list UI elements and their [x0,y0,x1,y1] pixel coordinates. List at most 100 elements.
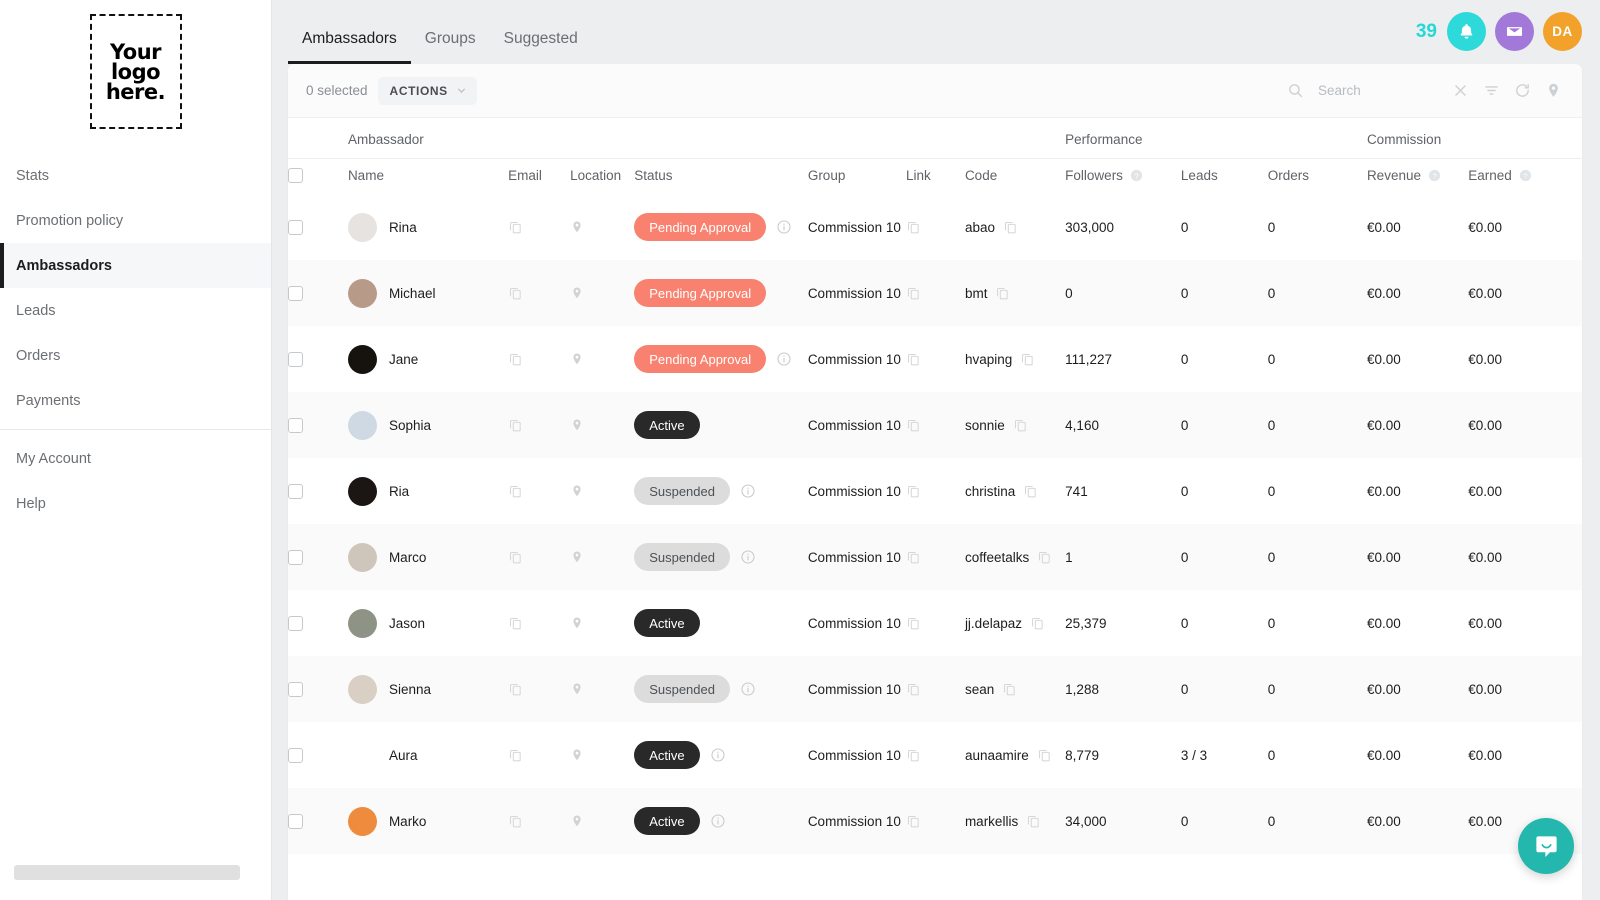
table-row[interactable]: Sienna Suspended Commission 10 sean 1,288 0 0 €… [288,656,1582,722]
copy-email-icon[interactable] [508,352,570,367]
table-row[interactable]: Marco Suspended Commission 10 coffeetalks 1 0… [288,524,1582,590]
copy-code-icon[interactable] [1026,814,1041,829]
map-pin-icon[interactable] [570,616,634,630]
row-checkbox[interactable] [288,813,303,829]
column-header-orders[interactable]: Orders [1267,158,1367,194]
copy-link-icon[interactable] [906,352,965,367]
sidebar-item-leads[interactable]: Leads [0,288,271,333]
messages-button[interactable] [1495,12,1534,51]
row-checkbox[interactable] [288,483,303,499]
search-icon[interactable] [1287,82,1304,99]
copy-link-icon[interactable] [906,682,965,697]
copy-code-icon[interactable] [1030,616,1045,631]
copy-link-icon[interactable] [906,616,965,631]
map-pin-icon[interactable] [570,682,634,696]
column-header-revenue[interactable]: Revenue? [1366,158,1469,194]
row-checkbox[interactable] [288,747,303,763]
copy-link-icon[interactable] [906,550,965,565]
table-row[interactable]: Marko Active Commission 10 markellis 34,000 0… [288,788,1582,854]
row-checkbox[interactable] [288,549,303,565]
chat-launcher-button[interactable] [1518,818,1574,874]
sidebar-item-help[interactable]: Help [0,481,271,526]
map-pin-icon[interactable] [1545,82,1562,99]
column-header-email[interactable]: Email [508,158,571,194]
status-info-icon[interactable] [740,549,756,565]
select-all-checkbox[interactable] [288,168,303,183]
copy-code-icon[interactable] [1013,418,1028,433]
column-header-location[interactable]: Location [570,158,635,194]
copy-email-icon[interactable] [508,484,570,499]
filter-icon[interactable] [1483,82,1500,99]
copy-email-icon[interactable] [508,682,570,697]
row-checkbox[interactable] [288,681,303,697]
user-avatar[interactable]: DA [1543,12,1582,51]
copy-link-icon[interactable] [906,814,965,829]
status-info-icon[interactable] [710,813,726,829]
map-pin-icon[interactable] [570,814,634,828]
row-checkbox[interactable] [288,219,303,235]
map-pin-icon[interactable] [570,550,634,564]
column-header-code[interactable]: Code [964,158,1066,194]
sidebar-item-payments[interactable]: Payments [0,378,271,423]
column-header-group[interactable]: Group [807,158,906,194]
map-pin-icon[interactable] [570,220,634,234]
status-info-icon[interactable] [740,483,756,499]
copy-email-icon[interactable] [508,550,570,565]
row-checkbox[interactable] [288,417,303,433]
column-header-earned[interactable]: Earned? [1468,158,1582,194]
row-checkbox[interactable] [288,285,303,301]
table-scroll-container[interactable]: Ambassador Performance Commission Name Em… [288,118,1582,900]
actions-button[interactable]: ACTIONS [377,76,477,105]
copy-link-icon[interactable] [906,418,965,433]
notifications-button[interactable] [1447,12,1486,51]
copy-link-icon[interactable] [906,748,965,763]
search-input[interactable] [1318,83,1438,98]
map-pin-icon[interactable] [570,418,634,432]
status-info-icon[interactable] [776,219,792,235]
copy-code-icon[interactable] [1037,748,1052,763]
table-row[interactable]: Ria Suspended Commission 10 christina 741 0 0 €… [288,458,1582,524]
help-icon[interactable]: ? [1518,168,1533,183]
copy-email-icon[interactable] [508,286,570,301]
sidebar-item-my-account[interactable]: My Account [0,436,271,481]
table-row[interactable]: Jason Active Commission 10 jj.delapaz 25,379… [288,590,1582,656]
copy-email-icon[interactable] [508,814,570,829]
help-icon[interactable]: ? [1129,168,1144,183]
table-row[interactable]: Rina Pending Approval Commission 10 abao 303… [288,194,1582,260]
refresh-icon[interactable] [1514,82,1531,99]
row-checkbox[interactable] [288,615,303,631]
help-icon[interactable]: ? [1427,168,1442,183]
copy-code-icon[interactable] [995,286,1010,301]
copy-email-icon[interactable] [508,220,570,235]
status-info-icon[interactable] [740,681,756,697]
sidebar-item-stats[interactable]: Stats [0,153,271,198]
copy-link-icon[interactable] [906,286,965,301]
tab-ambassadors[interactable]: Ambassadors [288,30,411,64]
tab-groups[interactable]: Groups [411,30,490,64]
table-row[interactable]: Aura Active Commission 10 aunaamire 8,779 3 /… [288,722,1582,788]
close-icon[interactable] [1452,82,1469,99]
table-row[interactable]: Jane Pending Approval Commission 10 hvaping… [288,326,1582,392]
column-header-checkbox[interactable] [288,158,348,194]
copy-link-icon[interactable] [906,484,965,499]
column-header-link[interactable]: Link [905,158,965,194]
map-pin-icon[interactable] [570,286,634,300]
copy-code-icon[interactable] [1023,484,1038,499]
column-header-leads[interactable]: Leads [1180,158,1268,194]
column-header-status[interactable]: Status [634,158,808,194]
status-info-icon[interactable] [710,747,726,763]
column-header-name[interactable]: Name [347,158,509,194]
sidebar-horizontal-scrollbar[interactable] [14,865,240,880]
copy-code-icon[interactable] [1020,352,1035,367]
tab-suggested[interactable]: Suggested [490,30,592,64]
table-row[interactable]: Michael Pending Approval Commission 10 bmt 0… [288,260,1582,326]
row-checkbox[interactable] [288,351,303,367]
copy-email-icon[interactable] [508,418,570,433]
map-pin-icon[interactable] [570,352,634,366]
column-header-followers[interactable]: Followers? [1065,158,1181,194]
sidebar-item-orders[interactable]: Orders [0,333,271,378]
sidebar-item-promotion-policy[interactable]: Promotion policy [0,198,271,243]
map-pin-icon[interactable] [570,484,634,498]
table-row[interactable]: Sophia Active Commission 10 sonnie 4,160 0 0 €0… [288,392,1582,458]
status-info-icon[interactable] [776,351,792,367]
